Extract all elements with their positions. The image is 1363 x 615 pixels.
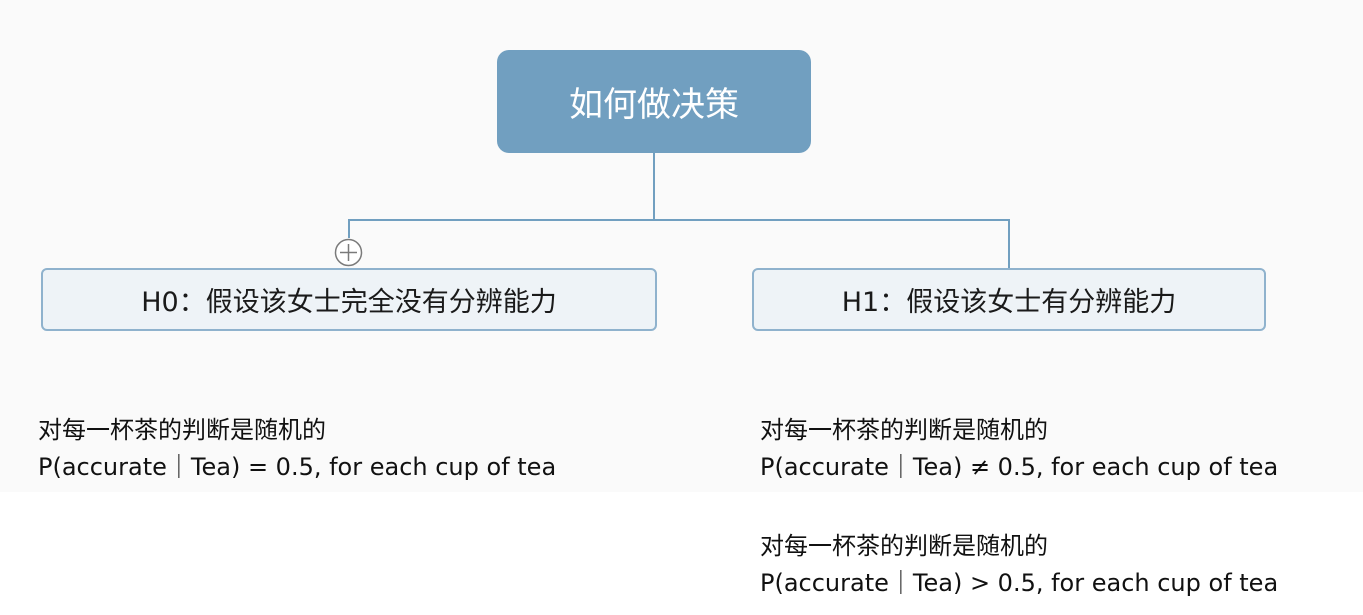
- connector-root-to-h0: [348, 153, 655, 238]
- h1-note-a-line-1: 对每一杯茶的判断是随机的: [760, 416, 1048, 444]
- root-topic-label: 如何做决策: [569, 85, 739, 125]
- h1-note-not-equal: 对每一杯茶的判断是随机的 P(accurate｜Tea) ≠ 0.5, for …: [760, 412, 1278, 486]
- h0-note-line-1: 对每一杯茶的判断是随机的: [38, 416, 326, 444]
- root-topic-node[interactable]: 如何做决策: [497, 50, 811, 153]
- h1-note-b-line-2: P(accurate｜Tea) > 0.5, for each cup of t…: [760, 569, 1279, 597]
- h0-note: 对每一杯茶的判断是随机的 P(accurate｜Tea) = 0.5, for …: [38, 412, 556, 486]
- connector-root-to-h1: [654, 219, 1010, 268]
- h0-topic-label: H0：假设该女士完全没有分辨能力: [141, 287, 557, 318]
- h1-note-greater: 对每一杯茶的判断是随机的 P(accurate｜Tea) > 0.5, for …: [760, 528, 1278, 602]
- h1-note-b-line-1: 对每一杯茶的判断是随机的: [760, 532, 1048, 560]
- circle-plus-icon[interactable]: [334, 238, 363, 267]
- h1-topic-label: H1：假设该女士有分辨能力: [841, 287, 1177, 318]
- h1-topic-node[interactable]: H1：假设该女士有分辨能力: [752, 268, 1266, 331]
- h0-note-line-2: P(accurate｜Tea) = 0.5, for each cup of t…: [38, 453, 557, 481]
- h0-topic-node[interactable]: H0：假设该女士完全没有分辨能力: [41, 268, 657, 331]
- h1-note-a-line-2: P(accurate｜Tea) ≠ 0.5, for each cup of t…: [760, 453, 1279, 481]
